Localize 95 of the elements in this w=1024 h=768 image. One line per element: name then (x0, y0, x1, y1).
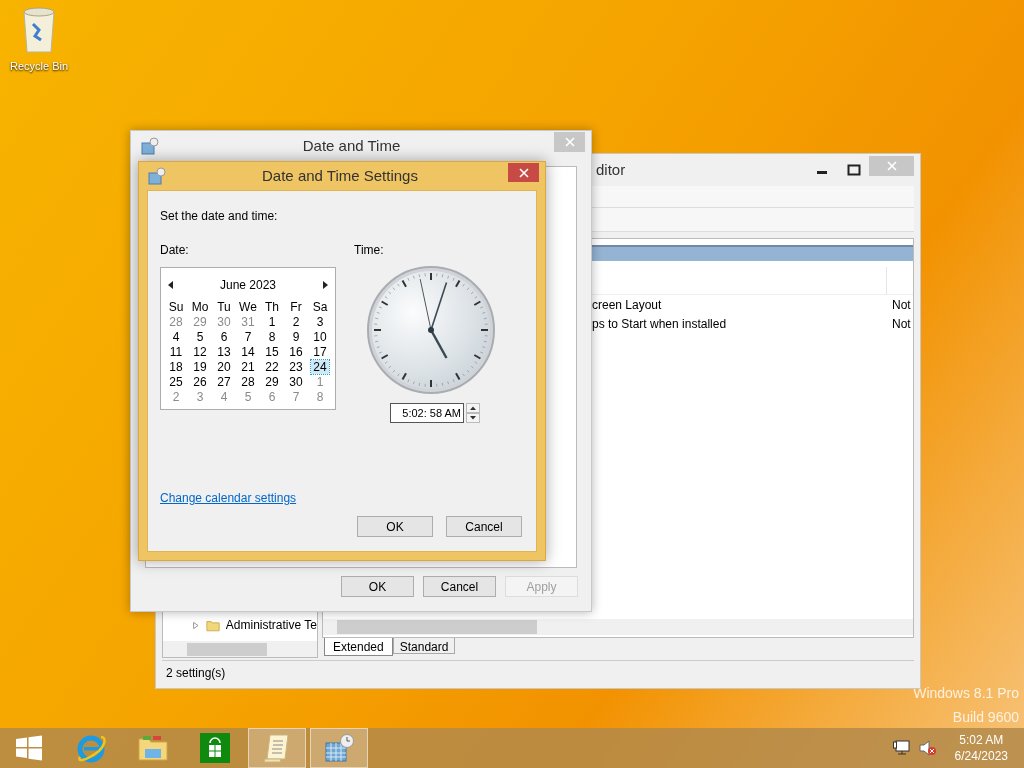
horizontal-scrollbar[interactable] (323, 619, 913, 635)
weekday-label: Su (168, 299, 184, 314)
calendar-settings-link[interactable]: Change calendar settings (160, 489, 297, 507)
taskbar-button[interactable] (248, 728, 306, 768)
calendar-day[interactable]: 1 (314, 374, 326, 389)
field-label: Time: (354, 242, 384, 257)
tree-item[interactable]: Administrative Te (225, 616, 317, 634)
weekday-label: Th (265, 299, 279, 314)
calendar-day[interactable]: 11 (167, 344, 185, 359)
calendar-day[interactable]: 18 (167, 359, 185, 374)
scroll-icon (262, 733, 292, 763)
calendar-day[interactable]: 2 (290, 314, 302, 329)
calendar-day[interactable]: 24 (311, 359, 329, 374)
calendar-day[interactable]: 21 (239, 359, 257, 374)
store-icon (200, 733, 230, 763)
prompt-text: Set the date and time: (160, 208, 278, 223)
calendar-day[interactable]: 30 (215, 314, 233, 329)
scrollbar-thumb[interactable] (187, 642, 267, 656)
weekday-label: We (239, 299, 257, 314)
date-time-icon (141, 137, 159, 155)
calendar-day[interactable]: 10 (311, 329, 329, 344)
close-icon (886, 161, 897, 171)
recycle-bin-icon[interactable] (21, 6, 57, 54)
calendar-day[interactable]: 17 (311, 344, 329, 359)
calendar-clock-icon (323, 733, 355, 763)
weekday-label: Sa (312, 299, 328, 314)
window-title: Date and Time (301, 135, 402, 156)
calendar-day[interactable]: 16 (287, 344, 305, 359)
taskbar-button[interactable] (310, 728, 368, 768)
maximize-icon[interactable] (847, 163, 861, 177)
time-field[interactable]: 5:02: 58 AM (390, 403, 464, 423)
calendar-day[interactable]: 29 (263, 374, 281, 389)
calendar-day[interactable]: 13 (215, 344, 233, 359)
start-icon (15, 735, 43, 761)
calendar-day[interactable]: 14 (239, 344, 257, 359)
calendar-day[interactable]: 8 (266, 329, 278, 344)
calendar-day[interactable]: 7 (242, 329, 254, 344)
close-icon (564, 137, 575, 147)
window-title: Date and Time Settings (261, 165, 419, 186)
weekday-label: Mo (191, 299, 209, 314)
next-arrow-icon[interactable] (321, 280, 329, 290)
calendar-day[interactable]: 25 (167, 374, 185, 389)
browser-icon (75, 733, 107, 763)
expand-arrow-icon[interactable] (191, 619, 200, 631)
dialog-button[interactable]: Cancel (446, 516, 522, 537)
calendar-day[interactable]: 8 (314, 389, 326, 404)
horizontal-scrollbar[interactable] (163, 641, 317, 657)
tab[interactable]: Extended (324, 638, 393, 656)
month-title[interactable]: June 2023 (219, 276, 277, 294)
calendar-day[interactable]: 9 (290, 329, 302, 344)
calendar-day[interactable]: 23 (287, 359, 305, 374)
date-time-icon (148, 167, 166, 185)
watermark-text: Build 9600 (952, 708, 1019, 726)
status-text: 2 setting(s) (165, 664, 226, 682)
dialog-button[interactable]: OK (341, 576, 414, 597)
dialog-button[interactable]: OK (357, 516, 433, 537)
scrollbar-thumb[interactable] (337, 620, 537, 634)
calendar-day[interactable]: 26 (191, 374, 209, 389)
window-title: ditor (596, 159, 626, 180)
speaker-muted-icon[interactable] (918, 740, 937, 756)
calendar-day[interactable]: 1 (266, 314, 278, 329)
weekday-label: Fr (290, 299, 302, 314)
calendar-day[interactable]: 15 (263, 344, 281, 359)
calendar-day[interactable]: 12 (191, 344, 209, 359)
calendar-day[interactable]: 4 (218, 389, 230, 404)
calendar-day[interactable]: 3 (194, 389, 206, 404)
calendar-day[interactable]: 3 (314, 314, 326, 329)
network-icon[interactable] (892, 740, 911, 756)
table-cell-text: Not (892, 315, 912, 333)
calendar-day[interactable]: 4 (170, 329, 182, 344)
folder-icon (137, 733, 169, 763)
watermark-text: Windows 8.1 Pro (913, 684, 1019, 702)
dialog-button[interactable]: Cancel (423, 576, 496, 597)
table-cell-text: ps to Start when installed (591, 315, 728, 333)
previous-arrow-icon[interactable] (167, 280, 175, 290)
close-icon (518, 167, 529, 178)
calendar-day[interactable]: 20 (215, 359, 233, 374)
weekday-label: Tu (217, 299, 231, 314)
table-cell-text: Not (892, 296, 912, 314)
calendar-day[interactable]: 19 (191, 359, 209, 374)
calendar-day[interactable]: 22 (263, 359, 281, 374)
calendar-day[interactable]: 28 (167, 314, 185, 329)
calendar-day[interactable]: 6 (218, 329, 230, 344)
field-label: Date: (160, 242, 189, 257)
spinner-button[interactable] (466, 403, 480, 423)
calendar-day[interactable]: 6 (266, 389, 278, 404)
close-button[interactable] (508, 163, 539, 182)
calendar-day[interactable]: 5 (194, 329, 206, 344)
calendar-day[interactable]: 27 (215, 374, 233, 389)
tab[interactable]: Standard (392, 638, 456, 654)
calendar-day[interactable]: 29 (191, 314, 209, 329)
calendar-day[interactable]: 31 (239, 314, 257, 329)
calendar-day[interactable]: 28 (239, 374, 257, 389)
calendar-day[interactable]: 30 (287, 374, 305, 389)
folder-icon (205, 618, 220, 632)
